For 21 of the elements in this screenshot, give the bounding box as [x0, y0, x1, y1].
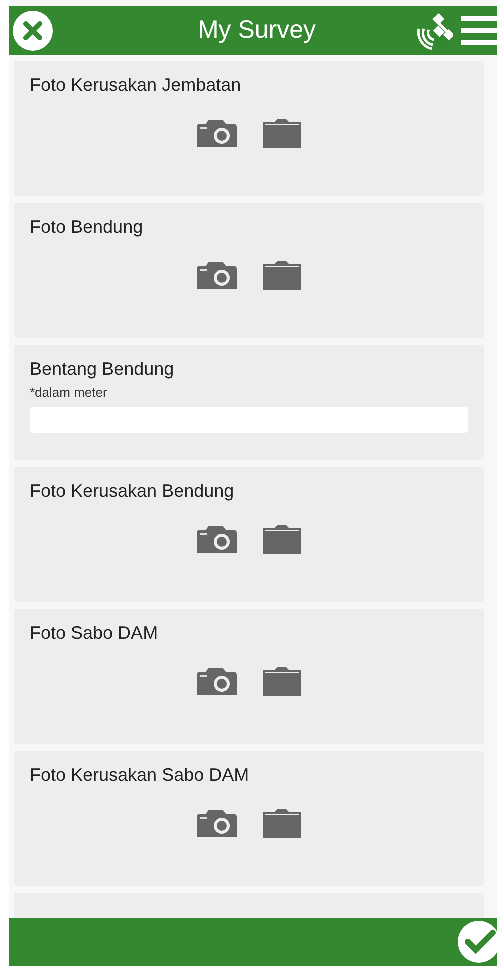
camera-icon[interactable] — [197, 666, 237, 698]
question-label: Bentang Bendung — [30, 359, 176, 380]
camera-icon[interactable] — [197, 118, 237, 150]
close-button[interactable] — [13, 10, 53, 50]
survey-title: My Survey — [196, 16, 318, 45]
camera-icon[interactable] — [197, 524, 237, 556]
camera-icon[interactable] — [197, 260, 237, 292]
folder-icon[interactable] — [263, 260, 301, 290]
submit-button[interactable] — [457, 920, 497, 964]
camera-icon[interactable] — [197, 808, 237, 840]
hint-text: *dalam meter — [30, 385, 108, 400]
folder-icon[interactable] — [263, 808, 301, 838]
close-icon — [13, 10, 53, 50]
question-label: Foto Bendung — [30, 217, 144, 238]
question-label: Foto Kerusakan Sabo DAM — [30, 765, 250, 786]
question-label: Foto Kerusakan Bendung — [30, 481, 236, 502]
folder-icon[interactable] — [263, 666, 301, 696]
folder-icon[interactable] — [263, 524, 301, 554]
question-label: Foto Sabo DAM — [30, 623, 160, 644]
folder-icon[interactable] — [263, 118, 301, 148]
question-label: Foto Kerusakan Jembatan — [30, 75, 242, 96]
